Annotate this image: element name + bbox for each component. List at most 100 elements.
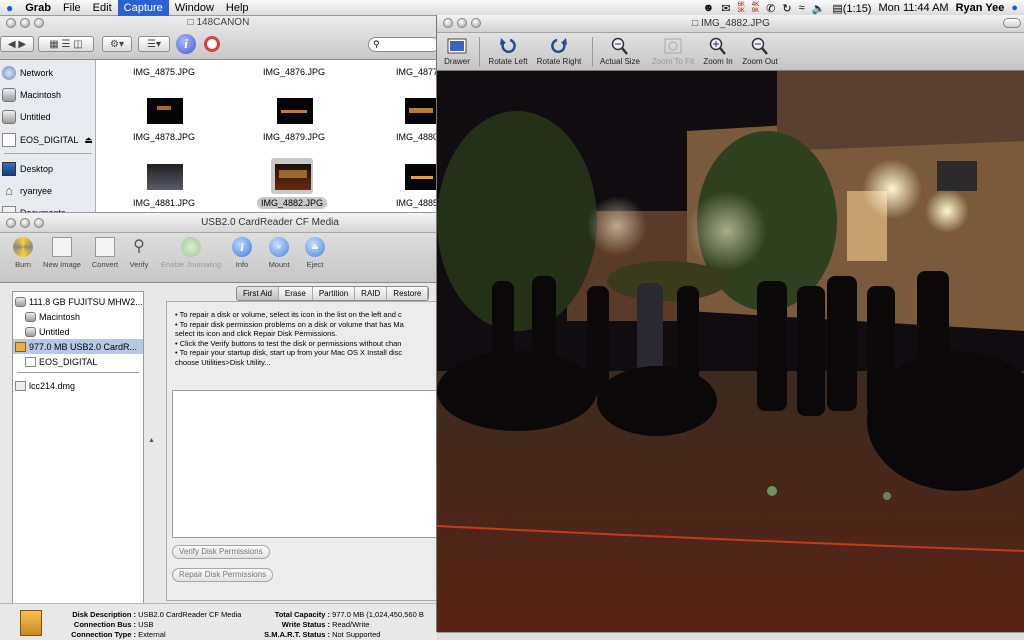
file-label-selected[interactable]: IMG_4882.JPG [247,198,337,208]
first-aid-log[interactable] [172,390,438,538]
finder-title: 148CANON [196,17,250,28]
disk-list-item[interactable]: Macintosh [25,309,143,324]
info-label: Connection Bus : [73,620,136,629]
repair-permissions-button[interactable]: Repair Disk Permissions [172,568,274,582]
sidebar-item-macintosh[interactable]: Macintosh [0,84,95,106]
disk-list-item[interactable]: 111.8 GB FUJITSU MHW2... [15,294,143,309]
tab-partition[interactable]: Partition [313,287,356,300]
back-icon[interactable]: ◀ [8,39,16,50]
spotlight-icon[interactable]: ● [1011,2,1018,14]
clock[interactable]: Mon 11:44 AM [878,2,948,14]
file-label[interactable]: IMG_4879.JPG [249,132,339,142]
sidebar-item-eos-digital[interactable]: EOS_DIGITAL ⏏ [0,129,95,151]
sidebar-item-desktop[interactable]: Desktop [0,158,95,180]
image-thumbnail[interactable] [147,98,183,124]
card-icon [25,356,36,367]
zoom-out-button[interactable]: Zoom Out [739,37,781,66]
image-thumbnail-selected[interactable] [275,164,311,190]
image-thumbnail[interactable] [147,164,183,190]
info-label: Connection Type : [71,630,136,639]
net-meter-2[interactable]: 4K 9K [752,2,759,14]
rotate-left-icon [500,38,516,54]
rotate-left-button[interactable]: Rotate Left [485,37,531,66]
enable-journaling-button[interactable]: Enable Journaling [161,237,221,269]
sidebar-label-home: ryanyee [20,186,53,196]
info-icon[interactable]: i [176,34,196,54]
file-label[interactable]: IMG_4885.JPG [382,198,437,208]
menu-help[interactable]: Help [220,0,255,16]
file-label[interactable]: IMG_4881.JPG [119,198,209,208]
file-label[interactable]: IMG_4875.JPG [119,67,209,77]
zoom-in-button[interactable]: Zoom In [699,37,737,66]
view-buttons[interactable]: ▦ ☰ ◫ [38,36,94,52]
file-label[interactable]: IMG_4876.JPG [249,67,339,77]
back-forward-buttons[interactable]: ◀ ▶ [0,36,34,52]
zoom-out-icon [751,37,768,55]
volume-icon[interactable]: 🔈 [812,2,826,15]
menu-app-name[interactable]: Grab [19,0,57,16]
file-label[interactable]: IMG_4878.JPG [119,132,209,142]
sidebar-item-network[interactable]: Network [0,62,95,84]
image-thumbnail[interactable] [405,164,437,190]
phone-icon[interactable]: ✆ [766,2,775,15]
preview-title: □ IMG_4882.JPG [437,18,1024,29]
mail-icon[interactable]: ✉ [721,2,730,15]
toolbar-toggle-button[interactable] [1003,18,1021,28]
zoom-to-fit-button[interactable]: Zoom To Fit [647,37,699,66]
apple-menu-icon[interactable]: ● [0,0,19,16]
volume-icon [25,311,36,322]
icon-view-icon[interactable]: ▦ [49,39,58,50]
enable-journaling-label: Enable Journaling [161,260,222,269]
new-image-button[interactable]: New Image [39,237,85,269]
eject-button[interactable]: ⏏ Eject [292,237,338,269]
preview-toolbar: Drawer Rotate Left Rotate Right Actual S… [437,33,1024,71]
sidebar-item-untitled[interactable]: Untitled [0,106,95,128]
battery-time: (1:15) [842,2,872,15]
menu-window[interactable]: Window [169,0,220,16]
sync-icon[interactable]: ↻ [782,2,791,15]
list-view-icon[interactable]: ☰ [62,39,71,50]
forward-icon[interactable]: ▶ [18,39,26,50]
rotate-right-button[interactable]: Rotate Right [533,37,585,66]
wifi-icon[interactable]: ≈ [799,2,805,14]
battery-status[interactable]: ▤(1:15) [832,2,871,15]
zoom-in-icon [709,37,726,55]
disk-list-item[interactable]: EOS_DIGITAL [25,354,143,369]
disk-list-item[interactable]: Untitled [25,324,143,339]
disk-list-item[interactable]: lcc214.dmg [15,378,143,393]
search-field[interactable]: ⚲ [368,37,440,52]
net-meter-1[interactable]: 6K 3K [737,2,744,14]
drawer-button[interactable]: Drawer [441,37,473,66]
menu-file[interactable]: File [57,0,87,16]
splitter-handle-icon[interactable]: ▲ [148,437,155,444]
user-name[interactable]: Ryan Yee [956,2,1005,14]
verify-permissions-button[interactable]: Verify Disk Permissions [172,545,270,559]
action-menu-button[interactable]: ⚙▾ [102,36,132,52]
no-entry-icon[interactable] [204,36,220,52]
disk-label: Macintosh [39,311,81,322]
disk-list-item-selected[interactable]: 977.0 MB USB2.0 CardR... [13,339,143,354]
image-thumbnail[interactable] [405,98,437,124]
file-label[interactable]: IMG_4880.JPG [382,132,437,142]
first-aid-instructions: • To repair a disk or volume, select its… [175,310,404,367]
gear-icon: ⚙▾ [110,38,124,50]
volume-icon [25,326,36,337]
menu-edit[interactable]: Edit [87,0,118,16]
preview-image[interactable] [437,71,1024,632]
verify-button[interactable]: ⚲ Verify [116,237,162,269]
drawer-icon [447,38,467,54]
arrange-menu-button[interactable]: ☰▾ [138,36,170,52]
eject-icon[interactable]: ⏏ [84,135,93,146]
image-thumbnail[interactable] [277,98,313,124]
alien-icon[interactable]: ☻ [703,2,715,14]
tab-erase[interactable]: Erase [279,287,313,300]
tab-first-aid[interactable]: First Aid [237,287,279,300]
menu-capture[interactable]: Capture [117,0,169,16]
tab-restore[interactable]: Restore [387,287,429,300]
file-label[interactable]: IMG_4877.JPG [382,67,437,77]
column-view-icon[interactable]: ◫ [73,39,82,50]
tab-raid[interactable]: RAID [355,287,388,300]
sidebar-item-home[interactable]: ⌂ ryanyee [0,180,95,202]
hard-disk-icon [15,296,26,307]
actual-size-button[interactable]: Actual Size [597,37,643,66]
